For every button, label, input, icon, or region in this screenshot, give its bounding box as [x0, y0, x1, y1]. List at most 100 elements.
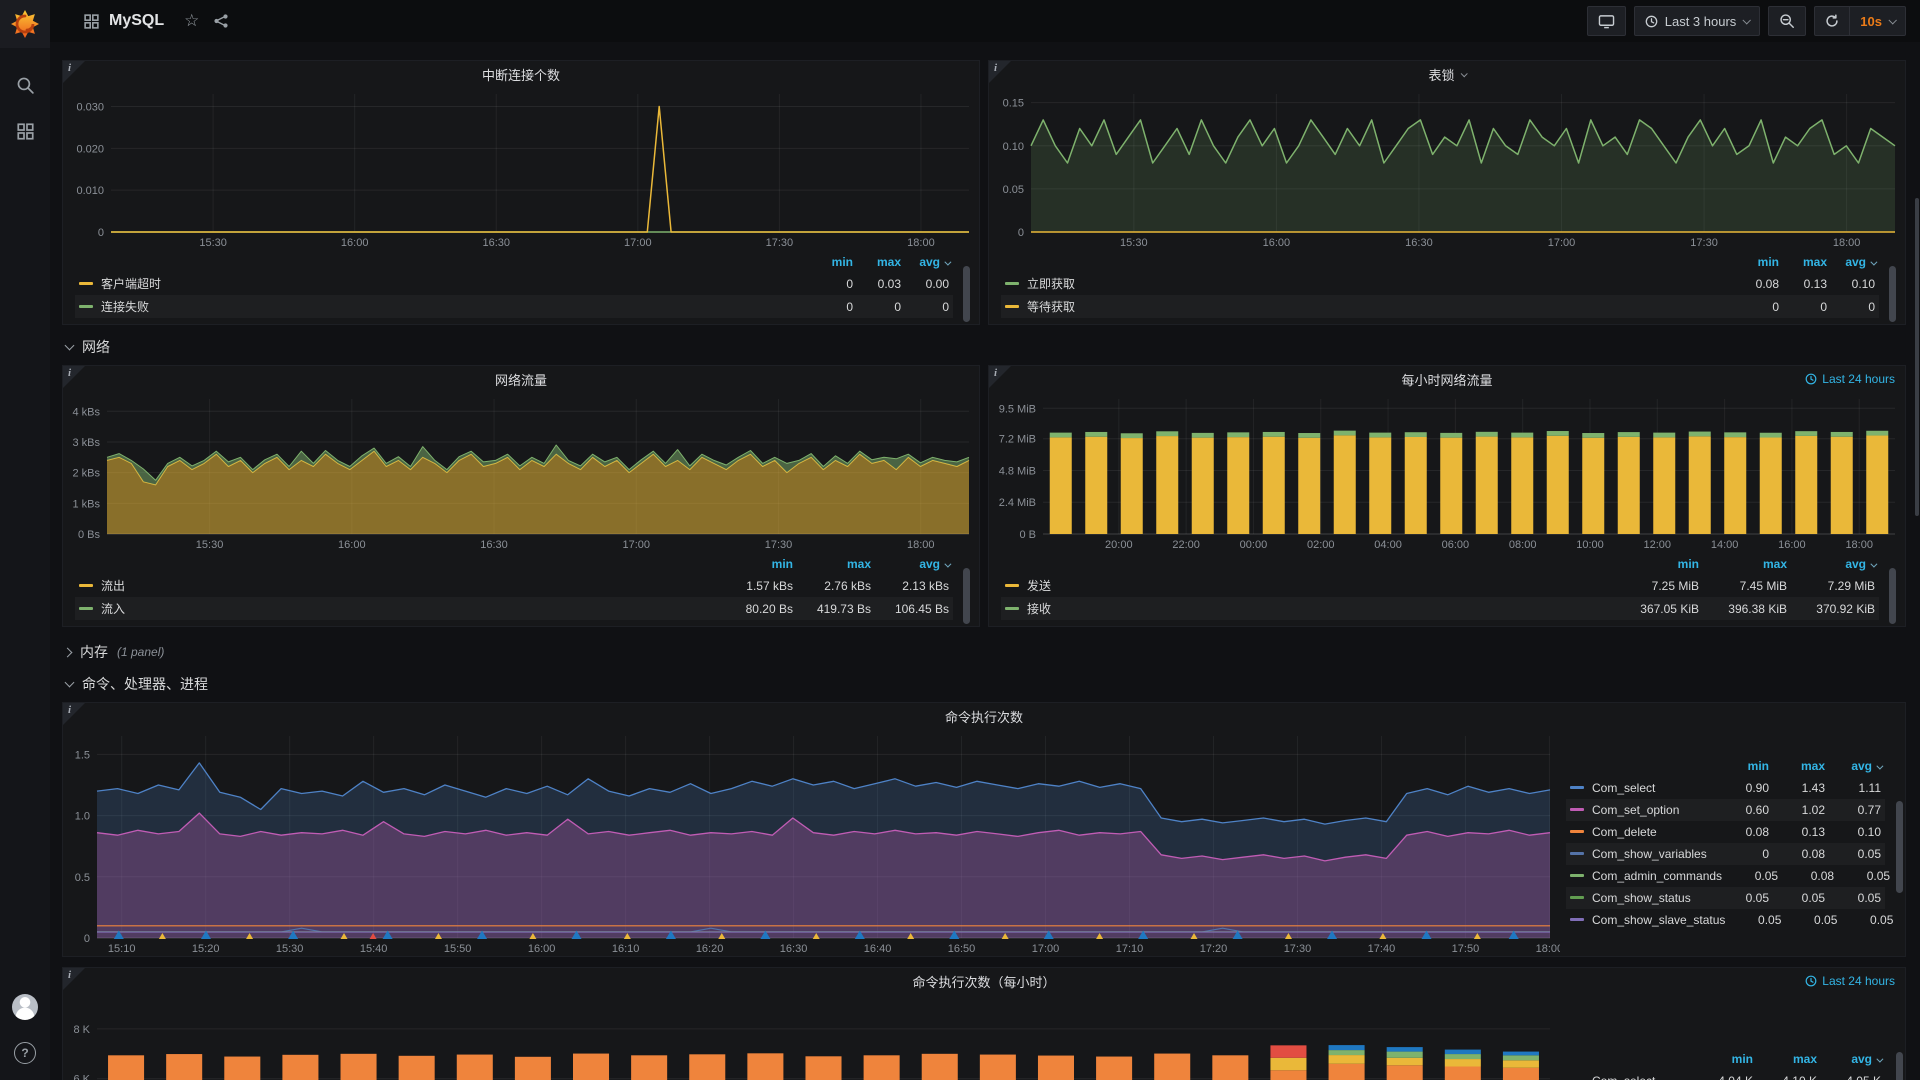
dashboard-title[interactable]: MySQL [109, 12, 164, 30]
panel-info-icon[interactable]: i [63, 366, 85, 388]
row-header-commands[interactable]: 命令、处理器、进程 [66, 674, 1906, 694]
user-avatar[interactable] [12, 994, 38, 1020]
search-icon[interactable] [16, 76, 35, 95]
panel-title[interactable]: 中断连接个数 [63, 61, 979, 87]
legend-series-row[interactable]: Com_select 4.04 K 4.10 K 4.05 K [1566, 1070, 1885, 1080]
chart-aborted-connections[interactable]: 15:3016:0016:3017:0017:3018:0000.0100.02… [63, 87, 979, 250]
legend-series-name[interactable]: Com_show_status [1570, 891, 1691, 905]
time-range-picker[interactable]: Last 3 hours [1634, 6, 1761, 36]
legend-series-name[interactable]: Com_show_slave_status [1570, 913, 1725, 927]
legend-sort-min[interactable]: min [1713, 759, 1769, 773]
legend-series-name[interactable]: 接收 [1005, 600, 1051, 617]
legend-series-row[interactable]: Com_select 0.90 1.43 1.11 [1566, 777, 1885, 799]
legend-series-row[interactable]: 接收 367.05 KiB 396.38 KiB 370.92 KiB [1001, 597, 1879, 620]
legend-series-name[interactable]: Com_select [1570, 781, 1655, 795]
legend-scrollbar[interactable] [1889, 266, 1896, 322]
legend-sort-min[interactable]: min [715, 557, 793, 571]
panel-title[interactable]: 命令执行次数 [63, 703, 1905, 729]
dashboard-grid-icon[interactable] [84, 14, 99, 29]
legend-series-row[interactable]: 连接失败 0 0 0 [75, 295, 953, 318]
help-icon[interactable]: ? [14, 1042, 36, 1064]
panel-time-override[interactable]: Last 24 hours [1805, 968, 1895, 994]
legend-series-name[interactable]: 连接失败 [79, 298, 149, 315]
refresh-interval-picker[interactable]: 10s [1849, 6, 1906, 36]
cycle-view-button[interactable] [1587, 6, 1626, 36]
panel-network-traffic: i 网络流量 15:3016:0016:3017:0017:3018:000 B… [62, 365, 980, 627]
legend-series-row[interactable]: Com_admin_commands 0.05 0.08 0.05 [1566, 865, 1885, 887]
legend-series-name[interactable]: Com_set_option [1570, 803, 1679, 817]
row-header-network[interactable]: 网络 [66, 337, 1906, 357]
legend-series-row[interactable]: 等待获取 0 0 0 [1001, 295, 1879, 318]
legend-series-row[interactable]: 客户端超时 0 0.03 0.00 [75, 272, 953, 295]
zoom-out-button[interactable] [1768, 6, 1806, 36]
panel-title[interactable]: 网络流量 [63, 366, 979, 392]
legend-sort-avg[interactable]: avg [871, 557, 949, 571]
legend-scrollbar[interactable] [1889, 568, 1896, 624]
legend-sort-avg[interactable]: avg [1825, 759, 1881, 773]
panel-menu-chevron-icon[interactable] [1460, 70, 1467, 77]
legend-sort-max[interactable]: max [1699, 557, 1787, 571]
page-scrollbar[interactable] [1915, 198, 1919, 516]
legend-sort-avg[interactable]: avg [1817, 1052, 1881, 1066]
row-header-memory[interactable]: 内存 (1 panel) [66, 642, 1906, 662]
legend-series-row[interactable]: Com_show_variables 0 0.08 0.05 [1566, 843, 1885, 865]
panel-time-override[interactable]: Last 24 hours [1805, 366, 1895, 392]
legend-sort-min[interactable]: min [1689, 1052, 1753, 1066]
legend-sort-avg[interactable]: avg [1827, 255, 1875, 269]
legend-series-name[interactable]: 流出 [79, 577, 125, 594]
legend-sort-max[interactable]: max [1779, 255, 1827, 269]
legend-sort-avg[interactable]: avg [1787, 557, 1875, 571]
legend-series-row[interactable]: Com_show_slave_status 0.05 0.05 0.05 [1566, 909, 1885, 931]
legend-series-name[interactable]: Com_select [1570, 1074, 1655, 1080]
legend-series-name[interactable]: 立即获取 [1005, 275, 1075, 292]
legend-sort-max[interactable]: max [853, 255, 901, 269]
chart-network-traffic[interactable]: 15:3016:0016:3017:0017:3018:000 Bs1 kBs2… [63, 392, 979, 552]
legend-series-row[interactable]: 发送 7.25 MiB 7.45 MiB 7.29 MiB [1001, 574, 1879, 597]
legend-series-name[interactable]: Com_show_variables [1570, 847, 1707, 861]
panel-info-icon[interactable]: i [63, 61, 85, 83]
panel-info-icon[interactable]: i [63, 968, 85, 990]
legend-sort-min[interactable]: min [1611, 557, 1699, 571]
dashboards-icon[interactable] [17, 123, 34, 140]
legend-series-name[interactable]: Com_delete [1570, 825, 1657, 839]
legend-series-name[interactable]: 等待获取 [1005, 298, 1075, 315]
chart-command-counters[interactable]: 15:1015:2015:3015:4015:5016:0016:1016:20… [63, 729, 1560, 956]
legend-sort-max[interactable]: max [1753, 1052, 1817, 1066]
grafana-logo[interactable] [0, 0, 50, 48]
legend-series-row[interactable]: 流出 1.57 kBs 2.76 kBs 2.13 kBs [75, 574, 953, 597]
legend-scrollbar[interactable] [1896, 1052, 1903, 1080]
chart-command-counters-hourly[interactable]: 8 K6 K [63, 994, 1560, 1080]
legend-series-name[interactable]: 客户端超时 [79, 275, 161, 292]
row-panel-count: (1 panel) [117, 645, 164, 659]
share-icon[interactable] [213, 13, 229, 29]
legend-series-name[interactable]: 流入 [79, 600, 125, 617]
legend-sort-avg[interactable]: avg [901, 255, 949, 269]
legend-series-row[interactable]: Com_delete 0.08 0.13 0.10 [1566, 821, 1885, 843]
chevron-down-icon [65, 677, 75, 687]
panel-title[interactable]: 命令执行次数（每小时） Last 24 hours [63, 968, 1905, 994]
legend-scrollbar[interactable] [963, 266, 970, 322]
legend-series-row[interactable]: 立即获取 0.08 0.13 0.10 [1001, 272, 1879, 295]
chart-table-locks[interactable]: 15:3016:0016:3017:0017:3018:0000.050.100… [989, 87, 1905, 250]
favorite-star-icon[interactable]: ☆ [184, 13, 199, 30]
panel-info-icon[interactable]: i [989, 61, 1011, 83]
legend-sort-max[interactable]: max [793, 557, 871, 571]
legend-scrollbar[interactable] [1896, 801, 1903, 893]
refresh-button[interactable] [1814, 6, 1849, 36]
legend-series-row[interactable]: Com_set_option 0.60 1.02 0.77 [1566, 799, 1885, 821]
legend-sort-min[interactable]: min [1731, 255, 1779, 269]
legend-scrollbar[interactable] [963, 568, 970, 624]
chart-network-traffic-hourly[interactable]: 20:0022:0000:0002:0004:0006:0008:0010:00… [989, 392, 1905, 552]
panel-title[interactable]: 表锁 [989, 61, 1905, 87]
legend-series-row[interactable]: Com_show_status 0.05 0.05 0.05 [1566, 887, 1885, 909]
legend-sort-max[interactable]: max [1769, 759, 1825, 773]
legend-series-name[interactable]: Com_admin_commands [1570, 869, 1722, 883]
legend-series-row[interactable]: 流入 80.20 Bs 419.73 Bs 106.45 Bs [75, 597, 953, 620]
panel-info-icon[interactable]: i [989, 366, 1011, 388]
time-override-label: Last 24 hours [1822, 974, 1895, 988]
chevron-down-icon [1870, 561, 1877, 568]
legend-series-name[interactable]: 发送 [1005, 577, 1051, 594]
panel-info-icon[interactable]: i [63, 703, 85, 725]
panel-title[interactable]: 每小时网络流量 Last 24 hours [989, 366, 1905, 392]
legend-sort-min[interactable]: min [805, 255, 853, 269]
